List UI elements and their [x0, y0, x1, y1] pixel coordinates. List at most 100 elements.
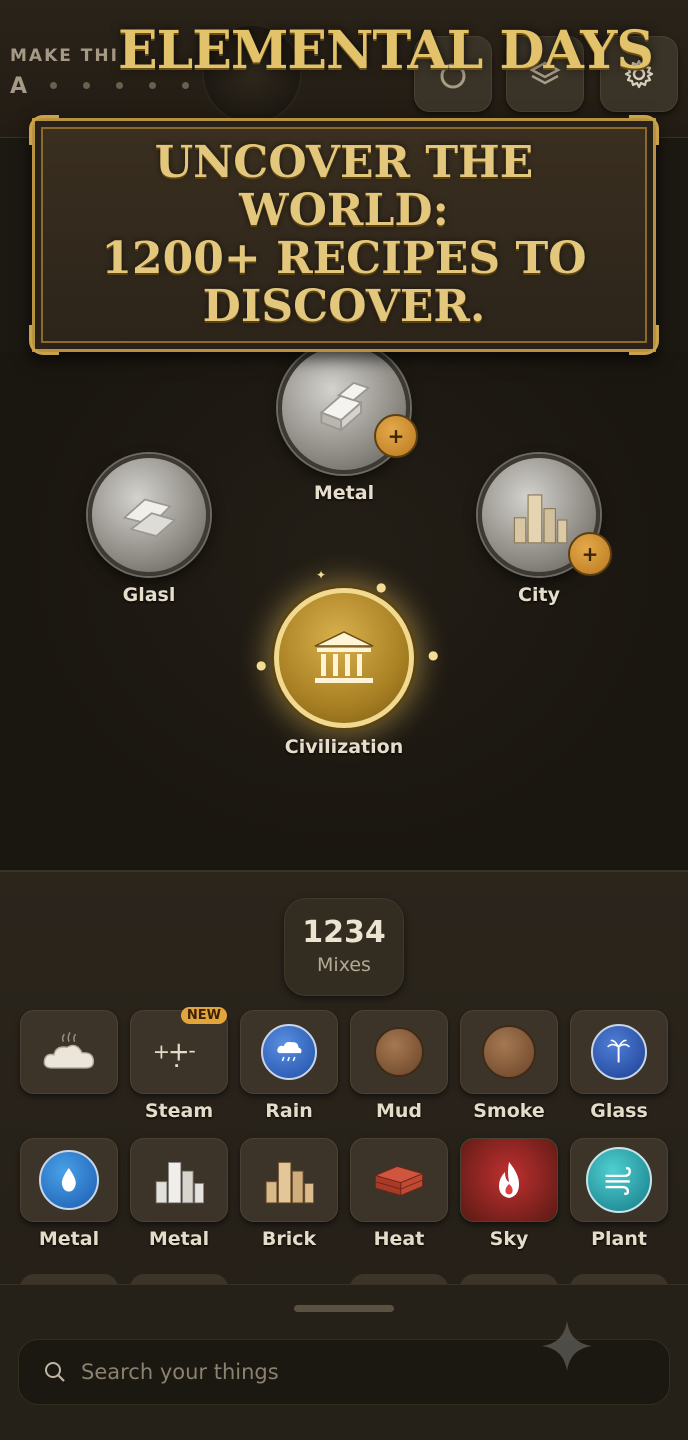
inventory-item[interactable]: Smoke: [460, 1010, 558, 1124]
inventory-tile[interactable]: [350, 1010, 448, 1094]
drop-glyph: [62, 1168, 76, 1192]
board-node-metal[interactable]: + Metal: [274, 342, 418, 504]
inventory-tile[interactable]: [20, 1138, 118, 1222]
game-title: ELEMENTAL DAYS: [118, 20, 654, 81]
mix-counter: 1234 Mixes: [284, 898, 404, 996]
banner-corner: [629, 115, 659, 145]
banner-line: 1200+ RECIPES TO: [101, 233, 587, 284]
inventory-item-label: Rain: [265, 1100, 313, 1122]
board-node-label: City: [518, 584, 560, 606]
inventory-item[interactable]: Plant: [570, 1138, 668, 1252]
inventory-tile[interactable]: [240, 1010, 338, 1094]
inventory-item-label: Plant: [591, 1228, 647, 1250]
inventory-item-label: Metal: [38, 1228, 100, 1250]
crafting-board[interactable]: + Metal Glasl + City ✦ ● ● ● Civilizatio…: [0, 342, 688, 870]
board-node-civilization[interactable]: ✦ ● ● ● Civilization: [256, 568, 438, 758]
inventory-item[interactable]: Heat: [350, 1138, 448, 1252]
city-buildings-icon: [155, 1162, 204, 1204]
goal-label: MAKE THI: [10, 46, 119, 66]
inventory-item[interactable]: Brick: [240, 1138, 338, 1252]
inventory-tile[interactable]: [240, 1138, 338, 1222]
banner-text: UNCOVER THE WORLD: 1200+ RECIPES TO DISC…: [64, 139, 624, 331]
rain-cloud-icon: [261, 1024, 317, 1080]
inventory-item[interactable]: NEW + + - Steam: [130, 1007, 228, 1124]
board-node-label: Glasl: [122, 584, 176, 606]
sparkle-star-icon: [542, 1321, 592, 1371]
inventory-item-label: Steam: [144, 1100, 214, 1122]
inventory-item-label: [20, 1100, 118, 1124]
inventory-grid: NEW + + - Steam Rain Mud Smoke Glass Met…: [20, 1007, 670, 1252]
inventory-item[interactable]: Sky: [460, 1138, 558, 1252]
progress-dot: [50, 82, 57, 89]
sheet-grabber[interactable]: [294, 1305, 394, 1312]
progress-dot: [149, 82, 156, 89]
mud-icon: [374, 1027, 424, 1077]
banner-corner: [29, 325, 59, 355]
rain-cloud-glyph: [277, 1042, 302, 1062]
goal-letter: A: [10, 74, 28, 99]
inventory-item[interactable]: Metal: [20, 1138, 118, 1252]
metal-ingot-icon: [319, 382, 371, 433]
metal-add-badge[interactable]: +: [374, 414, 418, 458]
promo-banner: UNCOVER THE WORLD: 1200+ RECIPES TO DISC…: [29, 115, 659, 355]
inventory-item[interactable]: Rain: [240, 1010, 338, 1124]
wind-icon: [586, 1147, 652, 1213]
banner-corner: [29, 115, 59, 145]
inventory-item-label: Glass: [590, 1100, 648, 1122]
water-drop-icon: [39, 1150, 99, 1210]
banner-corner: [629, 325, 659, 355]
inventory-item-label: Sky: [489, 1228, 529, 1250]
inventory-tile[interactable]: [350, 1138, 448, 1222]
inventory-item[interactable]: Metal: [130, 1138, 228, 1252]
inventory-item[interactable]: Mud: [350, 1010, 448, 1124]
sparkle-icon: ●: [428, 648, 439, 662]
goal-progress-dots: [50, 82, 189, 89]
temple-icon: [314, 631, 374, 683]
mix-count: 1234: [302, 915, 386, 950]
inventory-tile[interactable]: [460, 1138, 558, 1222]
sparkle-icon: ●: [376, 580, 387, 594]
bricks-icon: [374, 1165, 424, 1197]
glass-orb: [88, 454, 210, 576]
board-node-label: Civilization: [284, 736, 404, 758]
search-input[interactable]: [81, 1360, 581, 1384]
inventory-tile[interactable]: [130, 1138, 228, 1222]
progress-dot: [182, 82, 189, 89]
inventory-tile[interactable]: [20, 1010, 118, 1094]
progress-dot: [83, 82, 90, 89]
inventory-item[interactable]: Glass: [570, 1010, 668, 1124]
plus-minus-icon: + + -: [153, 1037, 196, 1067]
sparkle-icon: ●: [256, 658, 267, 672]
search-sheet: [0, 1284, 688, 1440]
cloud-steam-icon: [43, 1031, 95, 1069]
sparkle-icon: ✦: [316, 568, 327, 582]
search-icon: [45, 1362, 65, 1382]
inventory-item-label: Smoke: [473, 1100, 545, 1122]
board-node-glass[interactable]: Glasl: [84, 454, 214, 606]
banner-line: DISCOVER.: [202, 281, 486, 332]
inventory-item-label: Mud: [375, 1100, 423, 1122]
svg-text:-: -: [188, 1039, 195, 1063]
mix-label: Mixes: [317, 954, 371, 976]
inventory-item-label: Metal: [148, 1228, 210, 1250]
inventory-tile[interactable]: [570, 1138, 668, 1222]
svg-text:+: +: [168, 1037, 190, 1067]
fire-icon: [499, 1162, 519, 1198]
glass-shard-icon: [122, 498, 176, 537]
wind-glyph: [605, 1167, 632, 1196]
progress-dot: [116, 82, 123, 89]
inventory-tile[interactable]: NEW + + -: [130, 1007, 228, 1094]
inventory-item-label: Heat: [373, 1228, 425, 1250]
palm-tree-icon: [591, 1024, 647, 1080]
city-add-badge[interactable]: +: [568, 532, 612, 576]
inventory-item-label: Brick: [261, 1228, 317, 1250]
board-node-label: Metal: [313, 482, 375, 504]
city-buildings-icon: [513, 493, 567, 543]
inventory-tile[interactable]: [460, 1010, 558, 1094]
banner-line: UNCOVER THE WORLD:: [154, 137, 534, 236]
inventory-tile[interactable]: [570, 1010, 668, 1094]
city-buildings-icon: [265, 1162, 314, 1204]
board-node-city[interactable]: + City: [474, 454, 612, 606]
smoke-icon: [482, 1025, 536, 1079]
inventory-item[interactable]: [20, 1010, 118, 1124]
